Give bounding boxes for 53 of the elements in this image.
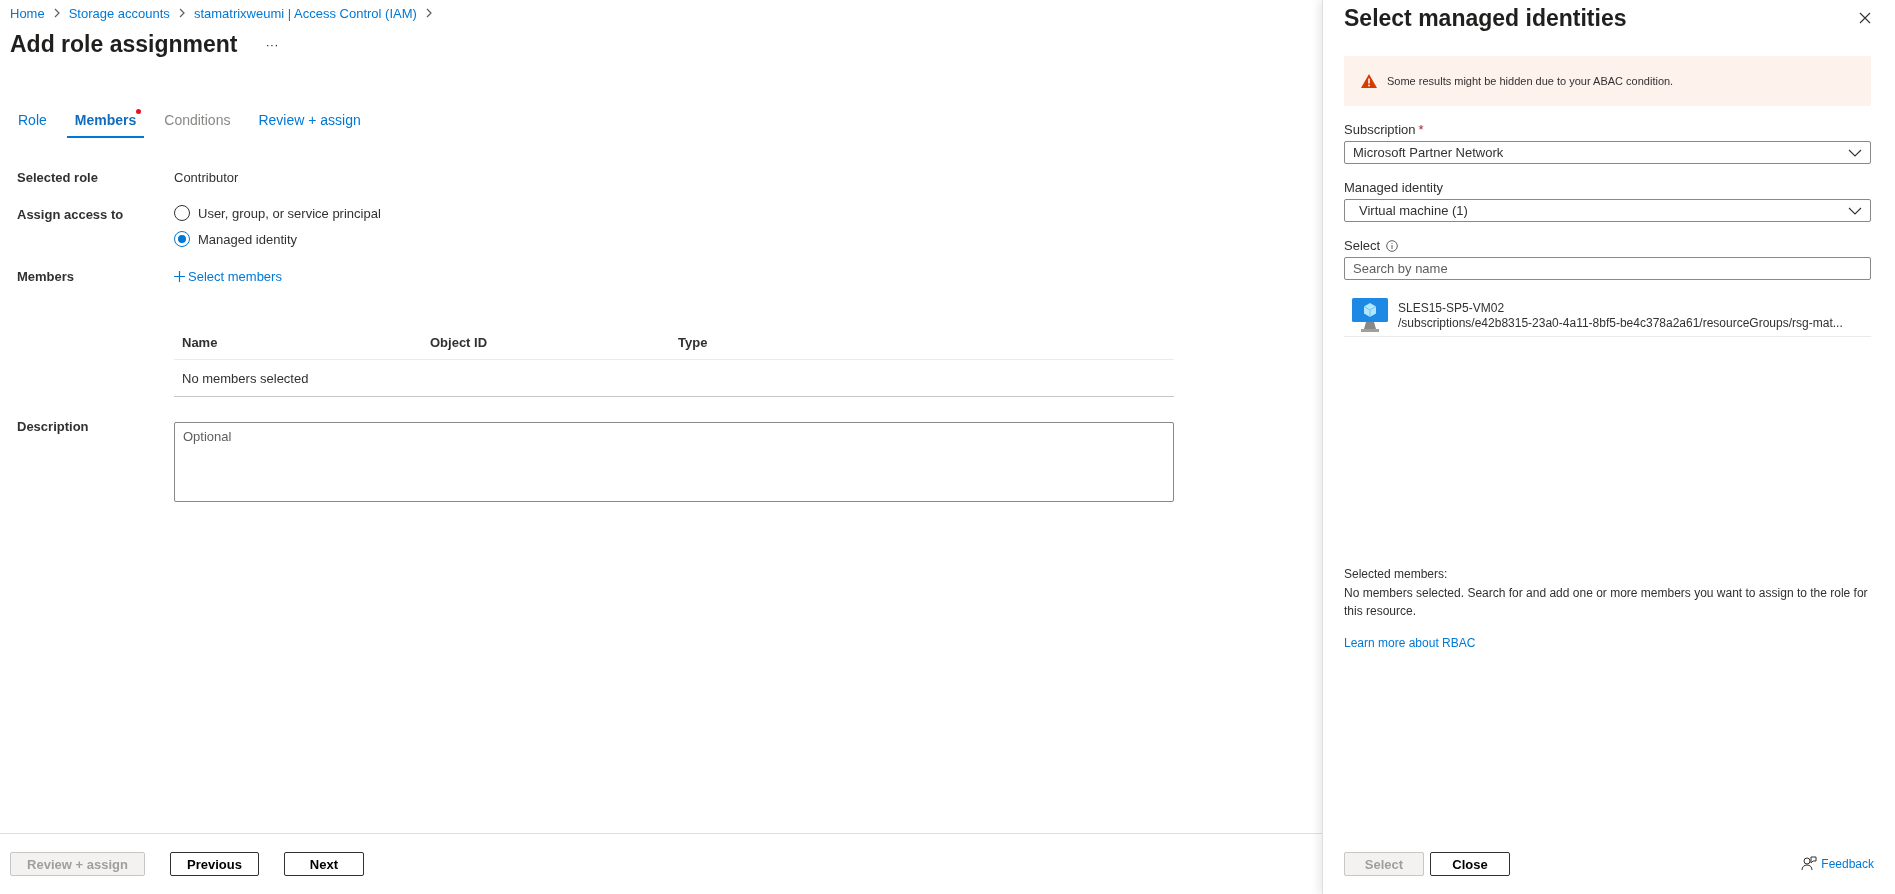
learn-more-link[interactable]: Learn more about RBAC bbox=[1344, 636, 1871, 650]
radio-option[interactable]: User, group, or service principal bbox=[174, 205, 1174, 221]
breadcrumb-link[interactable]: Home bbox=[10, 5, 45, 21]
panel-button[interactable]: Close bbox=[1430, 852, 1510, 876]
feedback-icon bbox=[1801, 856, 1818, 872]
field-label: Members bbox=[17, 269, 76, 284]
breadcrumb-link[interactable]: Storage accounts bbox=[68, 5, 170, 21]
chevron-right-icon bbox=[52, 8, 61, 18]
chevron-right-icon bbox=[424, 8, 433, 18]
breadcrumb-link[interactable]: stamatrixweumi | Access Control (IAM) bbox=[193, 5, 417, 21]
role-value: Contributor bbox=[174, 170, 240, 185]
field-label: Assign access to bbox=[17, 207, 125, 222]
field-label: Select bbox=[1344, 238, 1381, 253]
warning-text: Some results might be hidden due to your ABAC condition. bbox=[1387, 75, 1674, 87]
field-label: Subscription bbox=[1344, 122, 1416, 137]
warning-icon bbox=[1361, 74, 1377, 88]
select-members-link[interactable]: Select members bbox=[174, 269, 282, 284]
plus-icon bbox=[174, 271, 185, 282]
selected-members-label: Selected members: bbox=[1344, 567, 1449, 581]
required-asterisk: * bbox=[1418, 122, 1424, 137]
description-field[interactable]: Optional bbox=[174, 422, 1174, 502]
panel-title: Select managed identities bbox=[1344, 4, 1627, 32]
field-label: Description bbox=[17, 419, 90, 434]
radio-option[interactable]: Managed identity bbox=[174, 231, 1174, 247]
column-header: Object ID bbox=[430, 334, 489, 350]
close-icon[interactable] bbox=[1859, 12, 1871, 24]
page-title: Add role assignment bbox=[10, 31, 238, 58]
result-path: /subscriptions/e42b8315-23a0-4a11-8bf5-be4c378a2a61/resourceGroups/rsg-mat... bbox=[1398, 315, 1843, 330]
field-label: Selected role bbox=[17, 170, 99, 185]
search-field[interactable]: Search by name bbox=[1344, 257, 1871, 280]
chevron-down-icon bbox=[1848, 206, 1862, 215]
identity-dropdown[interactable]: Virtual machine (1) bbox=[1344, 199, 1871, 222]
monitor-cube-icon bbox=[1352, 298, 1388, 332]
more-options-button[interactable]: ··· bbox=[265, 37, 279, 52]
radio-label: User, group, or service principal bbox=[198, 205, 381, 221]
table-empty-text: No members selected bbox=[182, 370, 309, 386]
tab[interactable]: Role bbox=[10, 106, 55, 138]
field-label: Managed identity bbox=[1344, 180, 1443, 195]
footer-button[interactable]: Next bbox=[283, 852, 364, 876]
result-item[interactable]: SLES15-SP5-VM02 /subscriptions/e42b8315-23a0-4a11-8bf5-be4c378a2a61/resourceGroups/rsg-mat... bbox=[1344, 292, 1871, 337]
column-header: Name bbox=[182, 334, 219, 350]
tab[interactable]: Members bbox=[66, 106, 145, 138]
chevron-down-icon bbox=[1848, 148, 1862, 157]
subscription-dropdown[interactable]: Microsoft Partner Network bbox=[1344, 141, 1871, 164]
result-name: SLES15-SP5-VM02 bbox=[1398, 300, 1506, 315]
chevron-right-icon bbox=[177, 8, 186, 18]
tab[interactable]: Review + assign bbox=[250, 106, 369, 138]
radio-label: Managed identity bbox=[198, 231, 297, 247]
footer-button[interactable]: Previous bbox=[170, 852, 259, 876]
selected-members-text: No members selected. Search for and add one or more members you want to assign to the role for this resource. bbox=[1344, 585, 1869, 620]
info-icon bbox=[1386, 239, 1399, 252]
feedback-link[interactable]: Feedback bbox=[1801, 856, 1874, 872]
column-header: Type bbox=[678, 334, 709, 350]
